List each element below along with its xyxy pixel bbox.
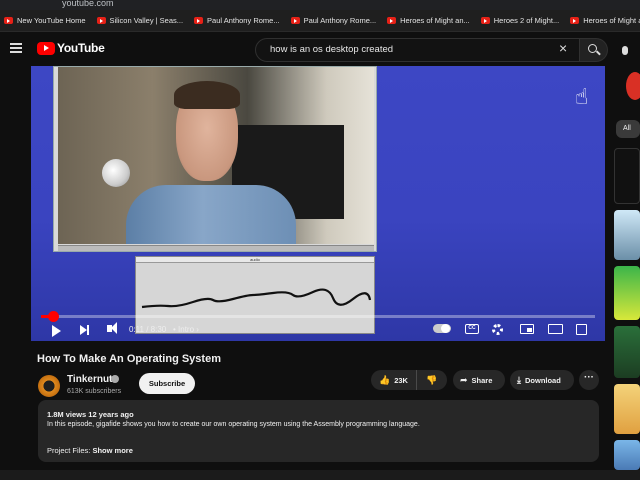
related-video-thumbnail[interactable]	[614, 266, 640, 320]
miniplayer-icon[interactable]	[520, 324, 534, 334]
video-player[interactable]: audio ☝ 0:11 / 8:30 • Intro › CC	[31, 66, 605, 341]
show-more-link[interactable]: Show more	[92, 446, 132, 455]
webcam-window	[53, 66, 377, 252]
description-text: In this episode, gigafide shows you how …	[47, 421, 420, 428]
related-video-thumbnail[interactable]	[614, 384, 640, 434]
time-display: 0:11 / 8:30	[129, 325, 167, 334]
verified-badge-icon	[111, 375, 119, 383]
youtube-favicon-icon	[96, 17, 106, 24]
bookmark-item[interactable]: New YouTube Home	[4, 16, 86, 25]
search-icon	[588, 44, 597, 53]
settings-gear-icon[interactable]	[492, 324, 503, 335]
search-box	[255, 38, 580, 62]
like-count: 23K	[394, 375, 408, 385]
presenter-hair	[174, 81, 240, 109]
share-label: Share	[471, 375, 493, 385]
bookmark-item[interactable]: Heroes 2 of Might...	[480, 16, 559, 25]
webcam-window-scrollbar	[58, 245, 374, 251]
hamburger-menu-icon[interactable]	[10, 43, 22, 53]
screen-bezel	[0, 470, 640, 480]
related-video-thumbnail[interactable]	[614, 148, 640, 204]
logo-text: YouTube	[57, 41, 105, 55]
autoplay-toggle-icon[interactable]	[433, 324, 451, 333]
thumbs-down-icon: 👎	[426, 374, 438, 385]
youtube-masthead: YouTube ×	[0, 32, 640, 66]
related-video-thumbnail[interactable]	[614, 210, 640, 260]
fullscreen-icon[interactable]	[576, 324, 587, 335]
bookmark-item[interactable]: Heroes of Might an...	[387, 16, 470, 25]
more-actions-button[interactable]: ···	[579, 370, 599, 390]
view-stats: 1.8M views 12 years ago	[47, 410, 134, 419]
desk-microphone	[102, 159, 130, 187]
thumbs-up-icon: 👍	[379, 374, 391, 385]
bookmark-item[interactable]: Silicon Valley | Seas...	[96, 16, 183, 25]
next-icon[interactable]	[80, 325, 89, 335]
share-button[interactable]: ➦ Share	[453, 370, 505, 390]
video-title: How To Make An Operating System	[37, 353, 221, 365]
youtube-favicon-icon	[570, 17, 580, 24]
search-input[interactable]	[270, 44, 550, 55]
search-button[interactable]	[580, 38, 608, 62]
channel-name[interactable]: Tinkernut	[67, 374, 112, 385]
bookmark-item[interactable]: Paul Anthony Rome...	[290, 16, 376, 25]
description-box[interactable]: 1.8M views 12 years ago In this episode,…	[38, 400, 599, 462]
subscriber-count: 613K subscribers	[67, 388, 122, 395]
download-arrow-icon: ⤓	[517, 374, 521, 385]
dislike-button[interactable]: 👎	[417, 370, 447, 390]
youtube-favicon-icon	[387, 17, 397, 24]
youtube-play-logo-icon	[37, 41, 55, 55]
theater-mode-icon[interactable]	[548, 324, 563, 334]
microphone-icon[interactable]	[622, 46, 628, 55]
captions-icon[interactable]: CC	[465, 324, 479, 334]
download-button[interactable]: ⤓ Download	[510, 370, 574, 390]
bookmarks-bar: New YouTube Home Silicon Valley | Seas..…	[0, 10, 640, 32]
hand-cursor-icon: ☝	[575, 84, 589, 109]
description-footer: Project Files: Show more	[47, 446, 133, 455]
youtube-favicon-icon	[480, 17, 490, 24]
filter-chip-all[interactable]: All	[616, 120, 640, 138]
browser-url-bar[interactable]: youtube.com	[0, 0, 640, 10]
channel-avatar[interactable]	[38, 375, 60, 397]
clear-search-icon[interactable]: ×	[559, 41, 567, 55]
chapter-label[interactable]: • Intro ›	[173, 325, 199, 334]
youtube-favicon-icon	[290, 17, 300, 24]
progress-bar[interactable]	[41, 311, 595, 322]
youtube-favicon-icon	[4, 17, 13, 24]
account-avatar[interactable]	[626, 72, 640, 100]
play-icon[interactable]	[52, 325, 61, 337]
bookmark-item[interactable]: Heroes of Might an...	[570, 16, 640, 25]
youtube-favicon-icon	[194, 17, 204, 24]
download-label: Download	[524, 375, 561, 385]
like-button[interactable]: 👍 23K	[371, 370, 417, 390]
presenter-shirt	[126, 185, 296, 244]
audio-window-title: audio	[136, 257, 374, 263]
related-video-thumbnail[interactable]	[614, 326, 640, 378]
player-controls: 0:11 / 8:30 • Intro › CC	[31, 320, 605, 341]
webcam-video-frame	[58, 67, 374, 244]
share-arrow-icon: ➦	[460, 374, 468, 385]
url-text: youtube.com	[62, 0, 114, 8]
subscribe-button[interactable]: Subscribe	[139, 373, 195, 394]
project-files-label: Project Files:	[47, 446, 91, 455]
volume-icon[interactable]	[107, 322, 117, 334]
bookmark-item[interactable]: Paul Anthony Rome...	[194, 16, 280, 25]
related-video-thumbnail[interactable]	[614, 440, 640, 470]
like-dislike-group: 👍 23K 👎	[371, 370, 447, 390]
youtube-logo[interactable]: YouTube	[37, 41, 105, 55]
